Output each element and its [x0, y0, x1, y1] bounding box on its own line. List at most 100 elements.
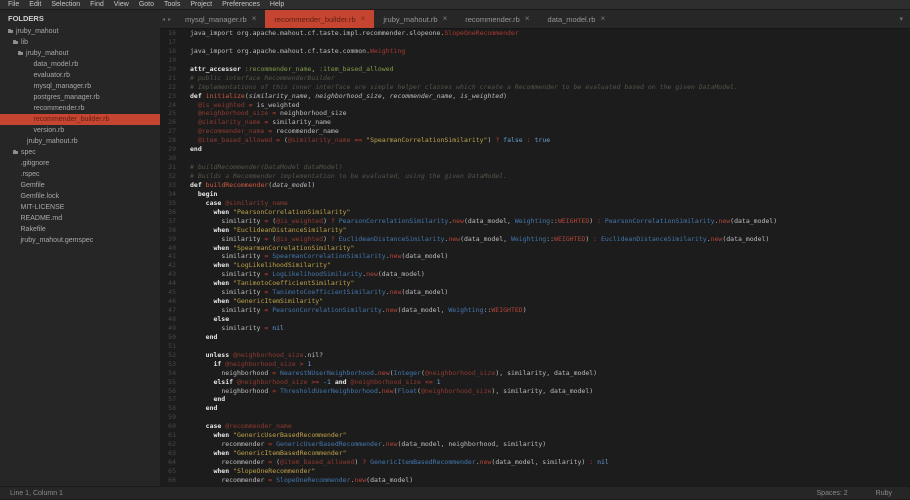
code-line[interactable]: 31# buildRecommender(DataModel dataModel…: [160, 163, 910, 172]
tab-recommender.rb[interactable]: recommender.rb×: [456, 10, 538, 28]
code-line[interactable]: 27 @recommender_name = recommender_name: [160, 127, 910, 136]
code-line[interactable]: 56 neighborhood = ThresholdUserNeighborh…: [160, 387, 910, 396]
sidebar-item-Gemfile[interactable]: Gemfile: [0, 180, 160, 191]
code-line[interactable]: 36 when "PearsonCorrelationSimilarity": [160, 208, 910, 217]
code-line[interactable]: 55 elsif @neighborhood_size >= -1 and @n…: [160, 378, 910, 387]
code-line[interactable]: 60 case @recommender_name: [160, 422, 910, 431]
menu-item-tools[interactable]: Tools: [159, 0, 185, 10]
code-line[interactable]: 44 when "TanimotoCoefficientSimilarity": [160, 279, 910, 288]
code-line[interactable]: 58 end: [160, 404, 910, 413]
sidebar-item-recommender.rb[interactable]: recommender.rb: [0, 103, 160, 114]
sidebar-item-.rspec[interactable]: .rspec: [0, 169, 160, 180]
code-line-content: end: [176, 395, 225, 404]
code-line[interactable]: 38 when "EuclideanDistanceSimilarity": [160, 226, 910, 235]
sidebar-item-Rakefile[interactable]: Rakefile: [0, 224, 160, 235]
code-line[interactable]: 35 case @similarity_name: [160, 199, 910, 208]
sidebar-item-jruby_mahout[interactable]: jruby_mahout: [0, 48, 160, 59]
code-line[interactable]: 53 if @neighborhood_size > 1: [160, 360, 910, 369]
code-line[interactable]: 47 similarity = PearsonCorrelationSimila…: [160, 306, 910, 315]
sidebar-item-evaluator.rb[interactable]: evaluator.rb: [0, 70, 160, 81]
tab-data_model.rb[interactable]: data_model.rb×: [539, 10, 615, 28]
code-line[interactable]: 46 when "GenericItemSimilarity": [160, 297, 910, 306]
code-line[interactable]: 54 neighborhood = NearestNUserNeighborho…: [160, 369, 910, 378]
menu-item-selection[interactable]: Selection: [46, 0, 85, 10]
sidebar-item-data_model.rb[interactable]: data_model.rb: [0, 59, 160, 70]
tab-close-icon[interactable]: ×: [361, 15, 366, 23]
code-editor[interactable]: 16java_import org.apache.mahout.cf.taste…: [160, 29, 910, 486]
code-line[interactable]: 17: [160, 38, 910, 47]
menu-item-file[interactable]: File: [3, 0, 24, 10]
code-line[interactable]: 43 similarity = LogLikelihoodSimilarity.…: [160, 270, 910, 279]
code-line[interactable]: 25 @neighborhood_size = neighborhood_siz…: [160, 109, 910, 118]
code-line[interactable]: 26 @similarity_name = similarity_name: [160, 118, 910, 127]
tab-close-icon[interactable]: ×: [252, 15, 257, 23]
code-line[interactable]: 64 recommender = (@item_based_allowed) ?…: [160, 458, 910, 467]
code-line[interactable]: 37 similarity = (@is_weighted) ? Pearson…: [160, 217, 910, 226]
sidebar-item-recommender_builder.rb[interactable]: recommender_builder.rb: [0, 114, 160, 125]
code-line[interactable]: 45 similarity = TanimotoCoefficientSimil…: [160, 288, 910, 297]
code-line[interactable]: 23def initialize(similarity_name, neighb…: [160, 92, 910, 101]
menu-item-project[interactable]: Project: [185, 0, 217, 10]
menu-item-find[interactable]: Find: [85, 0, 109, 10]
code-line[interactable]: 59: [160, 413, 910, 422]
syntax-mode[interactable]: Ruby: [876, 490, 892, 497]
code-line[interactable]: 39 similarity = (@is_weighted) ? Euclide…: [160, 235, 910, 244]
code-line[interactable]: 52 unless @neighborhood_size.nil?: [160, 351, 910, 360]
code-line[interactable]: 18java_import org.apache.mahout.cf.taste…: [160, 47, 910, 56]
code-line[interactable]: 63 when "GenericItemBasedRecommender": [160, 449, 910, 458]
code-line[interactable]: 16java_import org.apache.mahout.cf.taste…: [160, 29, 910, 38]
code-line[interactable]: 28 @item_based_allowed = (@similarity_na…: [160, 136, 910, 145]
sidebar-item-mysql_manager.rb[interactable]: mysql_manager.rb: [0, 81, 160, 92]
code-line[interactable]: 32# Builds a Recommender implementation …: [160, 172, 910, 181]
sidebar-item-version.rb[interactable]: version.rb: [0, 125, 160, 136]
code-line[interactable]: 51: [160, 342, 910, 351]
tab-close-icon[interactable]: ×: [600, 15, 605, 23]
menu-item-edit[interactable]: Edit: [24, 0, 46, 10]
code-line[interactable]: 61 when "GenericUserBasedRecommender": [160, 431, 910, 440]
sidebar-item-spec[interactable]: spec: [0, 147, 160, 158]
sidebar-item-README.md[interactable]: README.md: [0, 213, 160, 224]
code-line[interactable]: 50 end: [160, 333, 910, 342]
sidebar-item-Gemfile.lock[interactable]: Gemfile.lock: [0, 191, 160, 202]
tab-recommender_builder.rb[interactable]: recommender_builder.rb×: [265, 10, 374, 28]
code-line[interactable]: 42 when "LogLikelihoodSimilarity": [160, 261, 910, 270]
cursor-position[interactable]: Line 1, Column 1: [10, 490, 63, 497]
menu-item-view[interactable]: View: [109, 0, 134, 10]
menu-item-preferences[interactable]: Preferences: [217, 0, 265, 10]
code-line[interactable]: 41 similarity = SpearmanCorrelationSimil…: [160, 252, 910, 261]
tab-overflow-icon[interactable]: ▾: [892, 15, 910, 23]
tab-close-icon[interactable]: ×: [525, 15, 530, 23]
code-line[interactable]: 33def buildRecommender(data_model): [160, 181, 910, 190]
sidebar-item-jruby_mahout[interactable]: jruby_mahout: [0, 26, 160, 37]
code-line[interactable]: 20attr_accessor :recommender_name, :item…: [160, 65, 910, 74]
menu-item-help[interactable]: Help: [265, 0, 289, 10]
tab-jruby_mahout.rb[interactable]: jruby_mahout.rb×: [374, 10, 456, 28]
code-line[interactable]: 66 recommender = SlopeOneRecommender.new…: [160, 476, 910, 485]
tab-close-icon[interactable]: ×: [443, 15, 448, 23]
code-line[interactable]: 24 @is_weighted = is_weighted: [160, 101, 910, 110]
code-line[interactable]: 67 else: [160, 485, 910, 486]
code-line[interactable]: 22# Implementations of this inner interf…: [160, 83, 910, 92]
code-line[interactable]: 30: [160, 154, 910, 163]
tab-scroll-left-icon[interactable]: ◂: [162, 16, 165, 23]
sidebar-item-jruby_mahout.gemspec[interactable]: jruby_mahout.gemspec: [0, 235, 160, 246]
code-line[interactable]: 65 when "SlopeOneRecommender": [160, 467, 910, 476]
code-line[interactable]: 48 else: [160, 315, 910, 324]
sidebar-item-.gitignore[interactable]: .gitignore: [0, 158, 160, 169]
sidebar-item-postgres_manager.rb[interactable]: postgres_manager.rb: [0, 92, 160, 103]
tab-scroll-right-icon[interactable]: ▸: [168, 16, 171, 23]
menu-item-goto[interactable]: Goto: [134, 0, 159, 10]
code-line[interactable]: 34 begin: [160, 190, 910, 199]
indentation-setting[interactable]: Spaces: 2: [817, 490, 848, 497]
code-line[interactable]: 57 end: [160, 395, 910, 404]
code-line[interactable]: 40 when "SpearmanCorrelationSimilarity": [160, 244, 910, 253]
sidebar-item-MIT-LICENSE[interactable]: MIT-LICENSE: [0, 202, 160, 213]
sidebar-item-jruby_mahout.rb[interactable]: jruby_mahout.rb: [0, 136, 160, 147]
code-line[interactable]: 29end: [160, 145, 910, 154]
code-line[interactable]: 49 similarity = nil: [160, 324, 910, 333]
tab-mysql_manager.rb[interactable]: mysql_manager.rb×: [176, 10, 265, 28]
code-line[interactable]: 62 recommender = GenericUserBasedRecomme…: [160, 440, 910, 449]
code-line[interactable]: 19: [160, 56, 910, 65]
sidebar-item-lib[interactable]: lib: [0, 37, 160, 48]
code-line[interactable]: 21# public interface RecommenderBuilder: [160, 74, 910, 83]
